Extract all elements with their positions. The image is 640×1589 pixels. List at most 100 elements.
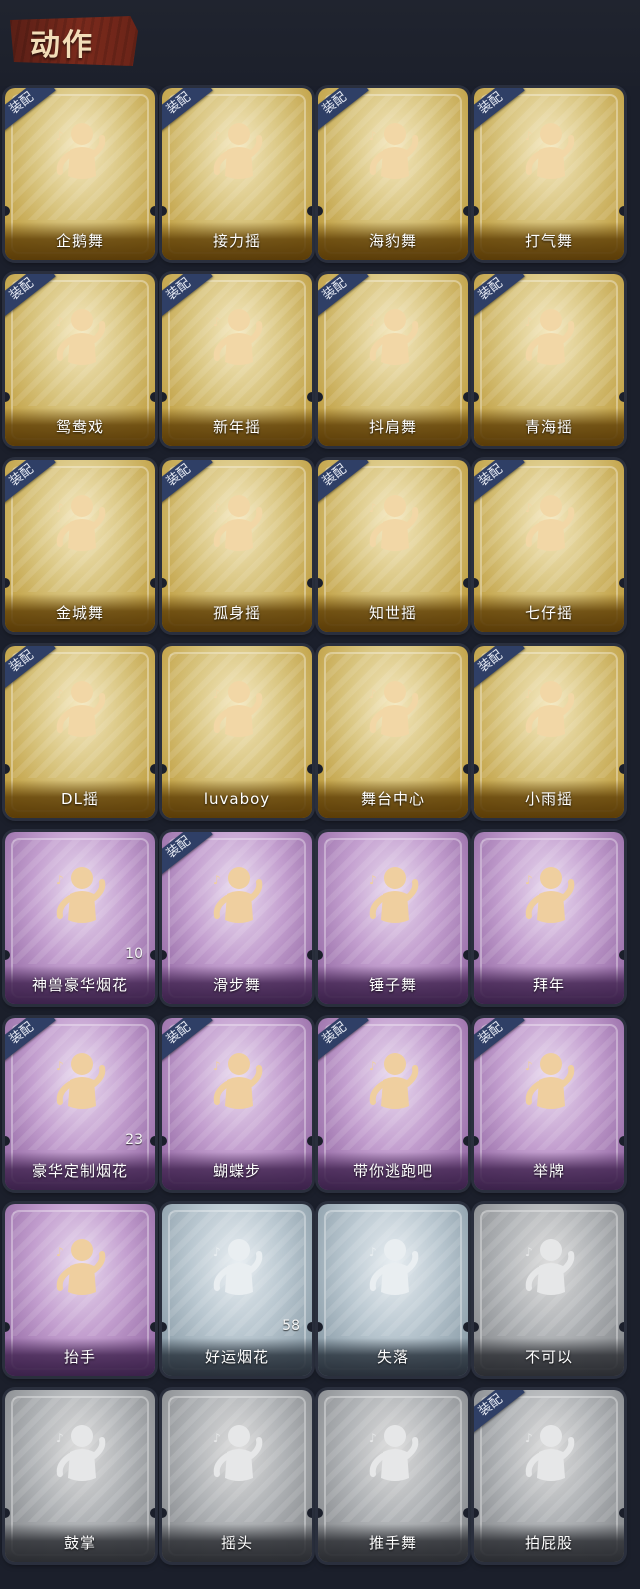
- emote-figure-icon: ♪: [50, 304, 110, 384]
- card-notch: [5, 950, 10, 960]
- emote-figure-icon: ♪: [519, 1234, 579, 1314]
- emote-label: 滑步舞: [162, 966, 312, 1004]
- emote-label: 孤身摇: [162, 594, 312, 632]
- emote-label: DL摇: [5, 780, 155, 818]
- card-notch: [5, 1508, 10, 1518]
- card-notch: [150, 950, 155, 960]
- card-notch: [318, 206, 323, 216]
- card-notch: [318, 1322, 323, 1332]
- card-notch: [474, 206, 479, 216]
- emote-card[interactable]: ♪ 装配 海豹舞: [318, 88, 468, 260]
- svg-text:♪: ♪: [525, 501, 533, 515]
- svg-text:♪: ♪: [369, 315, 377, 329]
- card-notch: [474, 764, 479, 774]
- card-notch: [318, 578, 323, 588]
- emote-card[interactable]: ♪ 装配 23 豪华定制烟花: [5, 1018, 155, 1190]
- svg-text:♪: ♪: [525, 873, 533, 887]
- svg-text:♪: ♪: [525, 1431, 533, 1445]
- svg-text:♪: ♪: [56, 129, 64, 143]
- emote-figure-icon: ♪: [207, 490, 267, 570]
- emote-card[interactable]: ♪ 装配 小雨摇: [474, 646, 624, 818]
- svg-text:♪: ♪: [56, 1059, 64, 1073]
- emote-label: 推手舞: [318, 1524, 468, 1562]
- emote-figure-icon: ♪: [50, 676, 110, 756]
- emote-label: 拜年: [474, 966, 624, 1004]
- emote-card[interactable]: ♪ 装配 知世摇: [318, 460, 468, 632]
- card-notch: [463, 1136, 468, 1146]
- emote-card[interactable]: ♪ 不可以: [474, 1204, 624, 1376]
- emote-label: 蝴蝶步: [162, 1152, 312, 1190]
- emote-card[interactable]: ♪ 装配 打气舞: [474, 88, 624, 260]
- emote-card[interactable]: ♪ 抬手: [5, 1204, 155, 1376]
- svg-text:♪: ♪: [369, 1431, 377, 1445]
- emote-label: 抬手: [5, 1338, 155, 1376]
- svg-text:♪: ♪: [525, 687, 533, 701]
- emote-card[interactable]: ♪ 装配 企鹅舞: [5, 88, 155, 260]
- emote-card[interactable]: ♪ 拜年: [474, 832, 624, 1004]
- emote-card[interactable]: ♪ 58 好运烟花: [162, 1204, 312, 1376]
- emote-card[interactable]: ♪ 失落: [318, 1204, 468, 1376]
- svg-text:♪: ♪: [56, 687, 64, 701]
- card-notch: [463, 392, 468, 402]
- emote-card[interactable]: ♪ 装配 蝴蝶步: [162, 1018, 312, 1190]
- emote-card[interactable]: ♪ 装配 拍屁股: [474, 1390, 624, 1562]
- emote-card[interactable]: ♪ 装配 带你逃跑吧: [318, 1018, 468, 1190]
- emote-card[interactable]: ♪ 装配 举牌: [474, 1018, 624, 1190]
- emote-card[interactable]: ♪ 装配 抖肩舞: [318, 274, 468, 446]
- emote-card[interactable]: ♪ 装配 新年摇: [162, 274, 312, 446]
- emote-figure-icon: ♪: [363, 1234, 423, 1314]
- emote-label: 拍屁股: [474, 1524, 624, 1562]
- svg-text:♪: ♪: [525, 1245, 533, 1259]
- svg-text:♪: ♪: [56, 873, 64, 887]
- card-notch: [307, 950, 312, 960]
- card-notch: [150, 1508, 155, 1518]
- emote-card[interactable]: ♪ 摇头: [162, 1390, 312, 1562]
- emote-label: 不可以: [474, 1338, 624, 1376]
- svg-text:♪: ♪: [213, 315, 221, 329]
- emote-figure-icon: ♪: [207, 118, 267, 198]
- emote-card[interactable]: ♪ 锤子舞: [318, 832, 468, 1004]
- emote-card[interactable]: ♪ 装配 接力摇: [162, 88, 312, 260]
- emote-figure-icon: ♪: [519, 490, 579, 570]
- card-notch: [619, 1322, 624, 1332]
- emote-figure-icon: ♪: [207, 862, 267, 942]
- svg-text:♪: ♪: [525, 129, 533, 143]
- card-notch: [307, 764, 312, 774]
- emote-figure-icon: ♪: [207, 304, 267, 384]
- emote-card[interactable]: ♪ 装配 七仔摇: [474, 460, 624, 632]
- emote-card[interactable]: ♪ 装配 金城舞: [5, 460, 155, 632]
- card-notch: [307, 1508, 312, 1518]
- svg-text:♪: ♪: [56, 1245, 64, 1259]
- emote-card[interactable]: ♪ 鼓掌: [5, 1390, 155, 1562]
- card-notch: [5, 392, 10, 402]
- emote-grid: ♪ 装配 企鹅舞 ♪ 装配 接力摇 ♪ 装配 海豹舞 ♪ 装配 打气舞 ♪ 装配 鸳鸯戏 ♪ 装配 新年摇 ♪ 装配抖…: [0, 0, 640, 1589]
- emote-label: 举牌: [474, 1152, 624, 1190]
- emote-card[interactable]: ♪ 装配 孤身摇: [162, 460, 312, 632]
- emote-label: 青海摇: [474, 408, 624, 446]
- svg-text:♪: ♪: [56, 1431, 64, 1445]
- emote-figure-icon: ♪: [207, 1234, 267, 1314]
- card-notch: [318, 950, 323, 960]
- emote-card[interactable]: ♪ 装配 DL摇: [5, 646, 155, 818]
- emote-label: 打气舞: [474, 222, 624, 260]
- emote-figure-icon: ♪: [363, 118, 423, 198]
- emote-label: luvaboy: [162, 780, 312, 818]
- card-notch: [307, 206, 312, 216]
- emote-label: 企鹅舞: [5, 222, 155, 260]
- emote-card[interactable]: ♪ 装配 鸳鸯戏: [5, 274, 155, 446]
- emote-card[interactable]: ♪ 装配 滑步舞: [162, 832, 312, 1004]
- emote-figure-icon: ♪: [519, 1048, 579, 1128]
- emote-card[interactable]: ♪ 舞台中心: [318, 646, 468, 818]
- emote-card[interactable]: ♪ 推手舞: [318, 1390, 468, 1562]
- emote-card[interactable]: ♪ 装配 青海摇: [474, 274, 624, 446]
- emote-label: 知世摇: [318, 594, 468, 632]
- emote-card[interactable]: ♪ luvaboy: [162, 646, 312, 818]
- card-notch: [474, 1136, 479, 1146]
- emote-label: 锤子舞: [318, 966, 468, 1004]
- svg-text:♪: ♪: [213, 501, 221, 515]
- card-notch: [619, 1136, 624, 1146]
- card-notch: [150, 206, 155, 216]
- emote-label: 鸳鸯戏: [5, 408, 155, 446]
- card-notch: [150, 1322, 155, 1332]
- emote-card[interactable]: ♪ 10 神兽豪华烟花: [5, 832, 155, 1004]
